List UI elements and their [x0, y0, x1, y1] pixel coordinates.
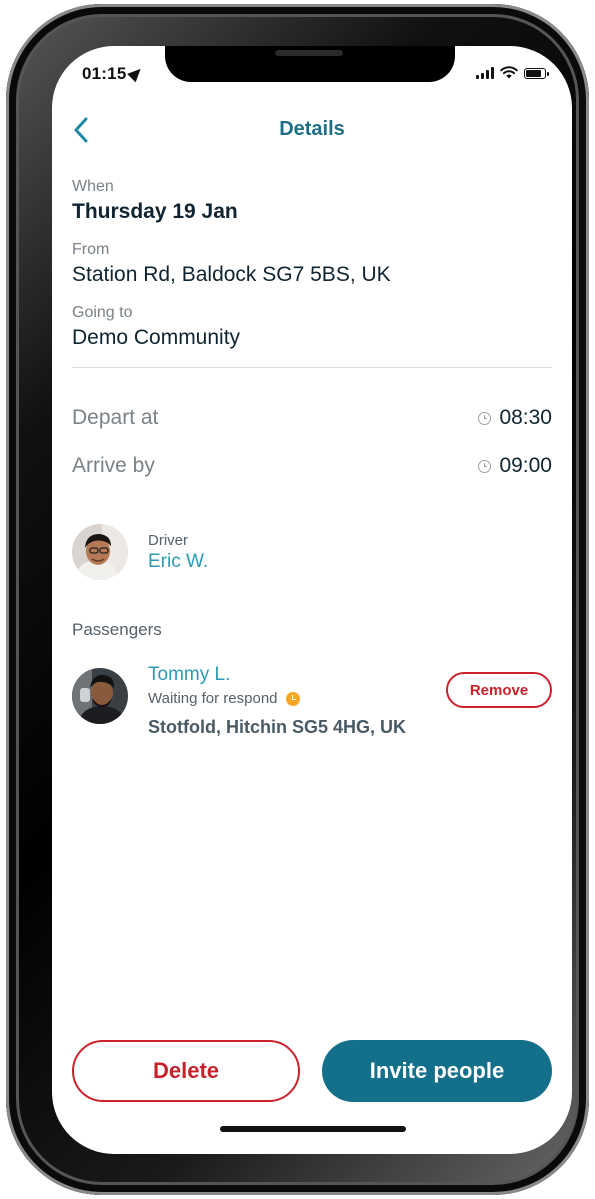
from-label: From: [72, 241, 110, 258]
going-to-value: Demo Community: [72, 326, 241, 349]
passengers-label: Passengers: [72, 620, 162, 639]
passenger-item: Tommy L. Waiting for respond Stotfold, H…: [72, 662, 552, 738]
passenger-avatar: [72, 668, 128, 724]
depart-row: Depart at 08:30: [72, 394, 552, 442]
location-arrow-icon: [127, 64, 146, 83]
depart-label: Depart at: [72, 406, 159, 429]
action-buttons: Delete Invite people: [72, 1040, 552, 1102]
passenger-address: Stotfold, Hitchin SG5 4HG, UK: [148, 717, 407, 737]
when-field: When Thursday 19 Jan: [72, 178, 552, 224]
going-to-field: Going to Demo Community: [72, 304, 552, 350]
page-title: Details: [279, 118, 345, 140]
driver-label: Driver: [148, 531, 188, 549]
speaker: [275, 50, 343, 56]
when-value: Thursday 19 Jan: [72, 200, 238, 223]
depart-time-text: 08:30: [499, 406, 552, 429]
status-time-text: 01:15: [82, 64, 127, 83]
depart-time: 08:30: [478, 406, 552, 430]
cellular-signal-icon: [476, 67, 494, 79]
passenger-status: Waiting for respond: [148, 690, 406, 707]
home-indicator[interactable]: [220, 1126, 406, 1132]
driver-row: Driver Eric W.: [72, 524, 552, 580]
clock-icon: [478, 411, 492, 425]
passenger-info: Tommy L. Waiting for respond Stotfold, H…: [148, 662, 406, 738]
passenger-name[interactable]: Tommy L.: [148, 664, 406, 686]
clock-icon: [478, 459, 492, 473]
from-field: From Station Rd, Baldock SG7 5BS, UK: [72, 241, 552, 287]
wifi-icon: [500, 66, 518, 79]
passenger-status-text: Waiting for respond: [148, 690, 278, 707]
arrive-label: Arrive by: [72, 454, 155, 477]
status-bar-time: 01:15: [82, 64, 146, 84]
app-screen: 01:15 Details When Thursday 19 Jan From: [52, 46, 572, 1154]
arrive-time-text: 09:00: [499, 454, 552, 477]
invite-people-button[interactable]: Invite people: [322, 1040, 552, 1102]
remove-passenger-button[interactable]: Remove: [446, 672, 552, 708]
from-value: Station Rd, Baldock SG7 5BS, UK: [72, 263, 391, 286]
notch: [165, 46, 455, 82]
driver-info: Driver Eric W.: [148, 532, 208, 573]
pending-clock-icon: [285, 691, 300, 706]
driver-avatar: [72, 524, 128, 580]
navigation-bar: Details: [52, 112, 572, 148]
divider: [72, 367, 552, 368]
arrive-row: Arrive by 09:00: [72, 442, 552, 490]
status-bar-indicators: [476, 66, 549, 79]
delete-button[interactable]: Delete: [72, 1040, 300, 1102]
going-to-label: Going to: [72, 304, 133, 321]
driver-name[interactable]: Eric W.: [148, 551, 208, 573]
when-label: When: [72, 178, 114, 195]
details-content: When Thursday 19 Jan From Station Rd, Ba…: [72, 178, 552, 738]
arrive-time: 09:00: [478, 454, 552, 478]
battery-icon: [524, 68, 549, 79]
